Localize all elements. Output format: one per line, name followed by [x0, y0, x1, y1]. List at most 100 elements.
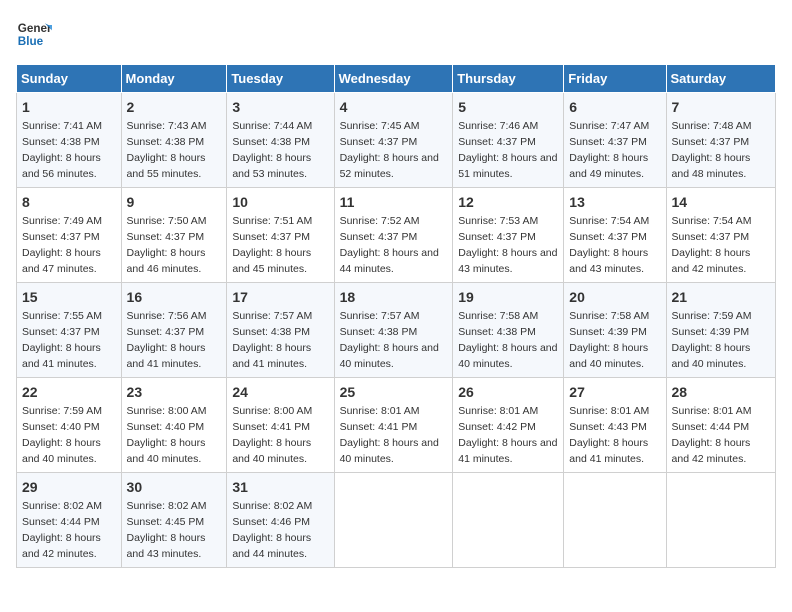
daylight-text: Daylight: 8 hours and 43 minutes. [569, 247, 648, 275]
day-number: 16 [127, 287, 222, 307]
sunrise-text: Sunrise: 7:41 AM [22, 120, 102, 132]
daylight-text: Daylight: 8 hours and 56 minutes. [22, 152, 101, 180]
sunset-text: Sunset: 4:44 PM [672, 421, 750, 433]
daylight-text: Daylight: 8 hours and 46 minutes. [127, 247, 206, 275]
sunset-text: Sunset: 4:38 PM [458, 326, 536, 338]
calendar-day-cell: 8 Sunrise: 7:49 AM Sunset: 4:37 PM Dayli… [17, 188, 122, 283]
calendar-day-cell: 5 Sunrise: 7:46 AM Sunset: 4:37 PM Dayli… [453, 93, 564, 188]
daylight-text: Daylight: 8 hours and 52 minutes. [340, 152, 439, 180]
daylight-text: Daylight: 8 hours and 40 minutes. [340, 342, 439, 370]
sunset-text: Sunset: 4:37 PM [22, 231, 100, 243]
calendar-week-row: 15 Sunrise: 7:55 AM Sunset: 4:37 PM Dayl… [17, 283, 776, 378]
calendar-day-cell: 10 Sunrise: 7:51 AM Sunset: 4:37 PM Dayl… [227, 188, 334, 283]
daylight-text: Daylight: 8 hours and 41 minutes. [232, 342, 311, 370]
logo-icon: General Blue [16, 16, 52, 52]
sunrise-text: Sunrise: 7:54 AM [569, 215, 649, 227]
sunset-text: Sunset: 4:37 PM [340, 231, 418, 243]
daylight-text: Daylight: 8 hours and 49 minutes. [569, 152, 648, 180]
day-number: 31 [232, 477, 328, 497]
sunrise-text: Sunrise: 7:51 AM [232, 215, 312, 227]
svg-text:General: General [18, 22, 52, 35]
daylight-text: Daylight: 8 hours and 41 minutes. [127, 342, 206, 370]
sunrise-text: Sunrise: 7:49 AM [22, 215, 102, 227]
calendar-table: SundayMondayTuesdayWednesdayThursdayFrid… [16, 64, 776, 568]
day-number: 21 [672, 287, 770, 307]
day-number: 27 [569, 382, 660, 402]
calendar-day-cell: 24 Sunrise: 8:00 AM Sunset: 4:41 PM Dayl… [227, 378, 334, 473]
sunrise-text: Sunrise: 8:02 AM [22, 500, 102, 512]
day-of-week-header: Saturday [666, 65, 775, 93]
daylight-text: Daylight: 8 hours and 40 minutes. [672, 342, 751, 370]
daylight-text: Daylight: 8 hours and 40 minutes. [22, 437, 101, 465]
daylight-text: Daylight: 8 hours and 44 minutes. [232, 532, 311, 560]
day-number: 11 [340, 192, 448, 212]
calendar-day-cell [334, 473, 453, 568]
sunrise-text: Sunrise: 8:00 AM [232, 405, 312, 417]
sunset-text: Sunset: 4:37 PM [458, 136, 536, 148]
calendar-week-row: 1 Sunrise: 7:41 AM Sunset: 4:38 PM Dayli… [17, 93, 776, 188]
calendar-day-cell: 31 Sunrise: 8:02 AM Sunset: 4:46 PM Dayl… [227, 473, 334, 568]
day-of-week-header: Sunday [17, 65, 122, 93]
day-number: 8 [22, 192, 116, 212]
sunset-text: Sunset: 4:43 PM [569, 421, 647, 433]
calendar-week-row: 8 Sunrise: 7:49 AM Sunset: 4:37 PM Dayli… [17, 188, 776, 283]
sunrise-text: Sunrise: 8:02 AM [232, 500, 312, 512]
daylight-text: Daylight: 8 hours and 42 minutes. [672, 437, 751, 465]
sunrise-text: Sunrise: 8:01 AM [672, 405, 752, 417]
daylight-text: Daylight: 8 hours and 43 minutes. [127, 532, 206, 560]
day-number: 24 [232, 382, 328, 402]
daylight-text: Daylight: 8 hours and 48 minutes. [672, 152, 751, 180]
day-number: 23 [127, 382, 222, 402]
sunrise-text: Sunrise: 7:58 AM [458, 310, 538, 322]
sunrise-text: Sunrise: 7:57 AM [232, 310, 312, 322]
sunset-text: Sunset: 4:37 PM [232, 231, 310, 243]
sunset-text: Sunset: 4:46 PM [232, 516, 310, 528]
daylight-text: Daylight: 8 hours and 40 minutes. [232, 437, 311, 465]
calendar-day-cell: 7 Sunrise: 7:48 AM Sunset: 4:37 PM Dayli… [666, 93, 775, 188]
sunset-text: Sunset: 4:37 PM [22, 326, 100, 338]
calendar-body: 1 Sunrise: 7:41 AM Sunset: 4:38 PM Dayli… [17, 93, 776, 568]
sunrise-text: Sunrise: 8:00 AM [127, 405, 207, 417]
sunset-text: Sunset: 4:37 PM [340, 136, 418, 148]
sunset-text: Sunset: 4:37 PM [569, 231, 647, 243]
day-of-week-header: Friday [564, 65, 666, 93]
calendar-day-cell: 30 Sunrise: 8:02 AM Sunset: 4:45 PM Dayl… [121, 473, 227, 568]
calendar-day-cell [564, 473, 666, 568]
sunrise-text: Sunrise: 7:47 AM [569, 120, 649, 132]
sunset-text: Sunset: 4:37 PM [569, 136, 647, 148]
day-number: 28 [672, 382, 770, 402]
sunrise-text: Sunrise: 8:02 AM [127, 500, 207, 512]
sunrise-text: Sunrise: 7:50 AM [127, 215, 207, 227]
calendar-day-cell: 27 Sunrise: 8:01 AM Sunset: 4:43 PM Dayl… [564, 378, 666, 473]
day-number: 12 [458, 192, 558, 212]
sunset-text: Sunset: 4:38 PM [22, 136, 100, 148]
day-number: 20 [569, 287, 660, 307]
calendar-day-cell: 25 Sunrise: 8:01 AM Sunset: 4:41 PM Dayl… [334, 378, 453, 473]
calendar-week-row: 29 Sunrise: 8:02 AM Sunset: 4:44 PM Dayl… [17, 473, 776, 568]
sunset-text: Sunset: 4:45 PM [127, 516, 205, 528]
daylight-text: Daylight: 8 hours and 41 minutes. [22, 342, 101, 370]
sunset-text: Sunset: 4:38 PM [232, 326, 310, 338]
sunrise-text: Sunrise: 7:54 AM [672, 215, 752, 227]
sunset-text: Sunset: 4:37 PM [127, 326, 205, 338]
sunset-text: Sunset: 4:39 PM [672, 326, 750, 338]
sunrise-text: Sunrise: 7:48 AM [672, 120, 752, 132]
sunrise-text: Sunrise: 7:56 AM [127, 310, 207, 322]
calendar-day-cell [453, 473, 564, 568]
day-number: 26 [458, 382, 558, 402]
day-number: 2 [127, 97, 222, 117]
calendar-day-cell: 12 Sunrise: 7:53 AM Sunset: 4:37 PM Dayl… [453, 188, 564, 283]
svg-text:Blue: Blue [18, 35, 44, 48]
day-number: 14 [672, 192, 770, 212]
daylight-text: Daylight: 8 hours and 42 minutes. [672, 247, 751, 275]
calendar-day-cell: 21 Sunrise: 7:59 AM Sunset: 4:39 PM Dayl… [666, 283, 775, 378]
day-number: 30 [127, 477, 222, 497]
sunrise-text: Sunrise: 7:46 AM [458, 120, 538, 132]
daylight-text: Daylight: 8 hours and 53 minutes. [232, 152, 311, 180]
calendar-day-cell: 9 Sunrise: 7:50 AM Sunset: 4:37 PM Dayli… [121, 188, 227, 283]
sunset-text: Sunset: 4:41 PM [340, 421, 418, 433]
day-of-week-header: Monday [121, 65, 227, 93]
daylight-text: Daylight: 8 hours and 40 minutes. [569, 342, 648, 370]
day-number: 19 [458, 287, 558, 307]
daylight-text: Daylight: 8 hours and 41 minutes. [458, 437, 557, 465]
